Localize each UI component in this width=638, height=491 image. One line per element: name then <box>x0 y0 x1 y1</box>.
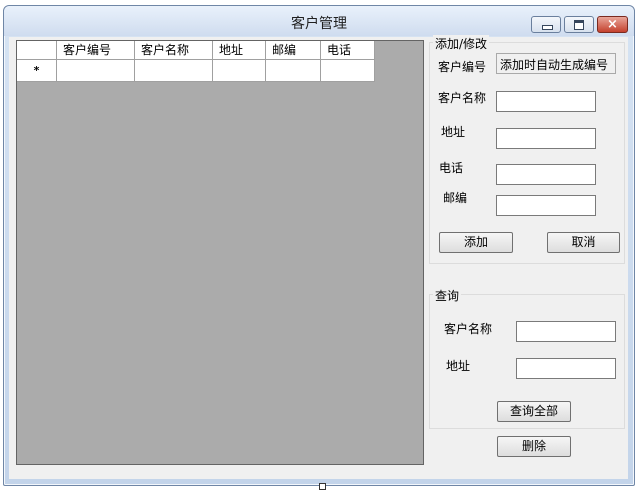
query-address-input[interactable] <box>516 358 616 379</box>
close-icon: × <box>607 17 618 32</box>
grid-cell[interactable] <box>135 60 213 82</box>
client-area: 客户编号 客户名称 地址 邮编 电话 * 添加/修改 客户编号 添加时自动生成编… <box>9 35 628 479</box>
grid-cell[interactable] <box>213 60 266 82</box>
title-bar[interactable]: 客户管理 × <box>4 6 634 36</box>
address-input[interactable] <box>496 128 596 149</box>
edit-groupbox: 添加/修改 <box>429 35 625 264</box>
app-window: 客户管理 × 客户编号 客户名称 地址 邮编 电话 * 添加/修改 客户编号 添… <box>3 5 635 486</box>
query-group-legend: 查询 <box>433 287 462 304</box>
zip-label: 邮编 <box>443 191 468 205</box>
phone-label: 电话 <box>439 161 464 175</box>
grid-corner[interactable] <box>17 41 57 60</box>
delete-button[interactable]: 删除 <box>497 436 571 457</box>
query-all-button[interactable]: 查询全部 <box>497 401 571 422</box>
minimize-icon <box>532 17 560 32</box>
maximize-icon <box>565 17 593 32</box>
column-header[interactable]: 地址 <box>213 41 266 60</box>
column-header[interactable]: 客户编号 <box>57 41 135 60</box>
customer-id-field: 添加时自动生成编号 <box>496 53 616 74</box>
query-name-input[interactable] <box>516 321 616 342</box>
maximize-button[interactable] <box>564 16 594 33</box>
customer-id-label: 客户编号 <box>438 60 487 74</box>
close-button[interactable]: × <box>597 16 628 33</box>
grid-cell[interactable] <box>321 60 375 82</box>
column-header[interactable]: 电话 <box>321 41 375 60</box>
column-header[interactable]: 邮编 <box>266 41 321 60</box>
customer-name-input[interactable] <box>496 91 596 112</box>
new-row-marker[interactable]: * <box>17 60 57 82</box>
table-row[interactable]: * <box>17 60 375 82</box>
query-address-label: 地址 <box>446 359 471 373</box>
phone-input[interactable] <box>496 164 596 185</box>
cancel-button[interactable]: 取消 <box>547 232 620 253</box>
grid-cell[interactable] <box>57 60 135 82</box>
minimize-button[interactable] <box>531 16 561 33</box>
customer-name-label: 客户名称 <box>438 91 487 105</box>
customer-grid[interactable]: 客户编号 客户名称 地址 邮编 电话 * <box>16 40 424 465</box>
zip-input[interactable] <box>496 195 596 216</box>
address-label: 地址 <box>441 125 466 139</box>
query-name-label: 客户名称 <box>444 322 493 336</box>
add-button[interactable]: 添加 <box>439 232 513 253</box>
grid-header: 客户编号 客户名称 地址 邮编 电话 <box>17 41 375 60</box>
edit-group-legend: 添加/修改 <box>433 35 490 52</box>
column-header[interactable]: 客户名称 <box>135 41 213 60</box>
grid-cell[interactable] <box>266 60 321 82</box>
resize-handle[interactable] <box>319 483 326 490</box>
